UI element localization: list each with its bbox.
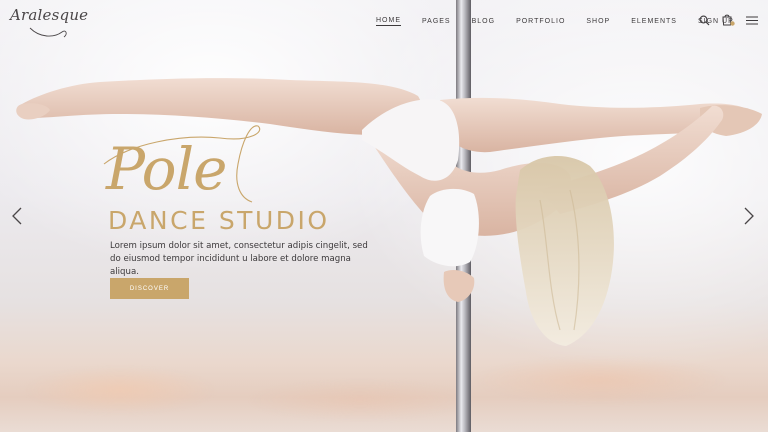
- hero-script-title: Pole: [106, 135, 227, 203]
- menu-icon[interactable]: [746, 16, 758, 25]
- discover-button[interactable]: DISCOVER: [110, 278, 189, 299]
- nav-item-home[interactable]: HOME: [376, 17, 401, 26]
- nav-item-pages[interactable]: PAGES: [422, 18, 451, 25]
- nav-item-portfolio[interactable]: PORTFOLIO: [516, 18, 565, 25]
- search-icon[interactable]: [699, 15, 710, 26]
- logo[interactable]: Aralesque: [10, 6, 88, 24]
- main-nav: HOME PAGES BLOG PORTFOLIO SHOP ELEMENTS …: [376, 15, 755, 27]
- hero-body-text: Lorem ipsum dolor sit amet, consectetur …: [110, 241, 368, 277]
- chevron-right-icon[interactable]: [741, 206, 757, 226]
- nav-item-blog[interactable]: BLOG: [472, 18, 495, 25]
- logo-swash-icon: [29, 27, 67, 38]
- cart-icon[interactable]: [721, 13, 736, 27]
- cart-badge: [730, 21, 735, 26]
- chevron-left-icon[interactable]: [9, 206, 25, 226]
- nav-item-shop[interactable]: SHOP: [586, 18, 610, 25]
- nav-item-elements[interactable]: ELEMENTS: [631, 18, 677, 25]
- hero-headline: DANCE STUDIO: [108, 206, 330, 235]
- outfit-top: [420, 188, 479, 267]
- hair: [515, 155, 614, 346]
